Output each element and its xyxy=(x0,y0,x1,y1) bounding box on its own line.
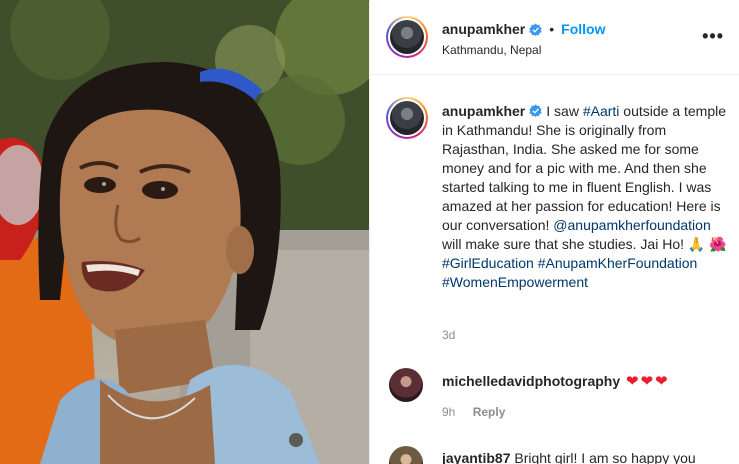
follow-button[interactable]: Follow xyxy=(561,21,605,37)
comment-item: michelledavidphotography ❤❤❤ xyxy=(442,372,670,390)
comment-username[interactable]: michelledavidphotography xyxy=(442,373,620,389)
author-line: anupamkher • Follow xyxy=(442,21,605,37)
caption-verified-badge-icon xyxy=(529,104,542,117)
separator-dot: • xyxy=(549,21,555,37)
mention-foundation-link[interactable]: @anupamkherfoundation xyxy=(553,217,710,233)
reply-button[interactable]: Reply xyxy=(473,405,506,419)
caption-text-part-1: I saw xyxy=(546,103,583,119)
more-options-icon[interactable]: ••• xyxy=(702,26,724,47)
author-username[interactable]: anupamkher xyxy=(442,21,525,37)
post-location[interactable]: Kathmandu, Nepal xyxy=(442,43,541,57)
author-avatar[interactable] xyxy=(386,16,428,58)
commenter-avatar-2[interactable] xyxy=(389,446,423,464)
comment-text-2: Bright girl! I am so happy you xyxy=(514,450,696,464)
post-time[interactable]: 3d xyxy=(442,328,455,342)
comment-text: ❤❤❤ xyxy=(626,373,670,390)
comment-item-2: jayantib87 Bright girl! I am so happy yo… xyxy=(442,450,696,464)
commenter-avatar[interactable] xyxy=(389,368,423,402)
post-header: anupamkher • Follow Kathmandu, Nepal ••• xyxy=(370,0,739,75)
caption-text-part-2: outside a temple in Kathmandu! She is or… xyxy=(442,103,727,233)
post-photo xyxy=(0,0,369,464)
caption-avatar[interactable] xyxy=(386,97,428,139)
comment-meta: 9h Reply xyxy=(442,405,505,419)
comment-username-2[interactable]: jayantib87 xyxy=(442,450,510,464)
verified-badge-icon xyxy=(529,22,542,36)
hashtag-womenempowerment-link[interactable]: #WomenEmpowerment xyxy=(442,274,588,290)
comment-time: 9h xyxy=(442,405,456,419)
post-media[interactable] xyxy=(0,0,369,464)
caption-username[interactable]: anupamkher xyxy=(442,103,525,119)
post-sidebar: anupamkher • Follow Kathmandu, Nepal •••… xyxy=(369,0,739,464)
hashtag-anupamkherfoundation-link[interactable]: #AnupamKherFoundation xyxy=(538,255,698,271)
caption-text-part-3: will make sure that she studies. Jai Ho!… xyxy=(442,236,727,252)
hashtag-girleducation-link[interactable]: #GirlEducation xyxy=(442,255,534,271)
hashtag-aarti-link[interactable]: #Aarti xyxy=(583,103,620,119)
post-caption: anupamkher I saw #Aarti outside a temple… xyxy=(442,102,732,292)
